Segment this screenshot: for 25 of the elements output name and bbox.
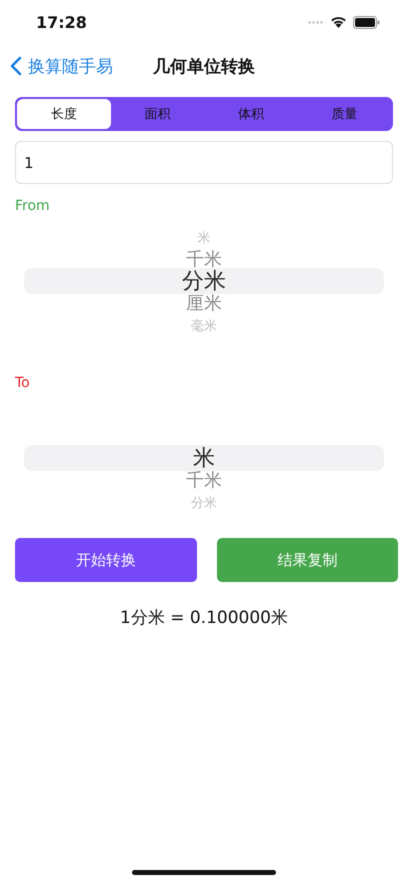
segment-tab[interactable]: 质量 (298, 99, 391, 129)
back-button[interactable]: 换算随手易 (10, 54, 113, 78)
signal-dots-icon (308, 20, 324, 24)
picker-item[interactable]: 分米 (191, 496, 217, 510)
convert-button[interactable]: 开始转换 (15, 538, 196, 582)
picker-item[interactable]: 米 (193, 448, 215, 470)
status-time: 17:28 (36, 12, 87, 32)
picker-item[interactable]: 千米 (186, 251, 222, 269)
picker-item[interactable]: 毫米 (191, 320, 217, 332)
segment-tab[interactable]: 体积 (204, 99, 298, 129)
nav-title: 几何单位转换 (153, 56, 255, 78)
input-field[interactable]: 1 (15, 141, 393, 184)
segment-tab[interactable]: 面积 (110, 99, 204, 129)
segment-tab[interactable]: 长度 (17, 99, 110, 129)
back-chevron-icon (10, 56, 22, 76)
picker-item[interactable]: 分米 (182, 271, 226, 293)
picker-item[interactable]: 千米 (186, 472, 222, 490)
picker-label: From (15, 198, 51, 214)
battery-icon (353, 16, 380, 28)
picker-label: To (15, 375, 31, 391)
result-text: 1分米 = 0.100000米 (119, 607, 289, 629)
copy-result-button[interactable]: 结果复制 (216, 538, 398, 582)
picker-item[interactable]: 米 (198, 232, 210, 244)
wifi-icon (330, 16, 347, 28)
picker-item[interactable]: 厘米 (186, 295, 222, 313)
